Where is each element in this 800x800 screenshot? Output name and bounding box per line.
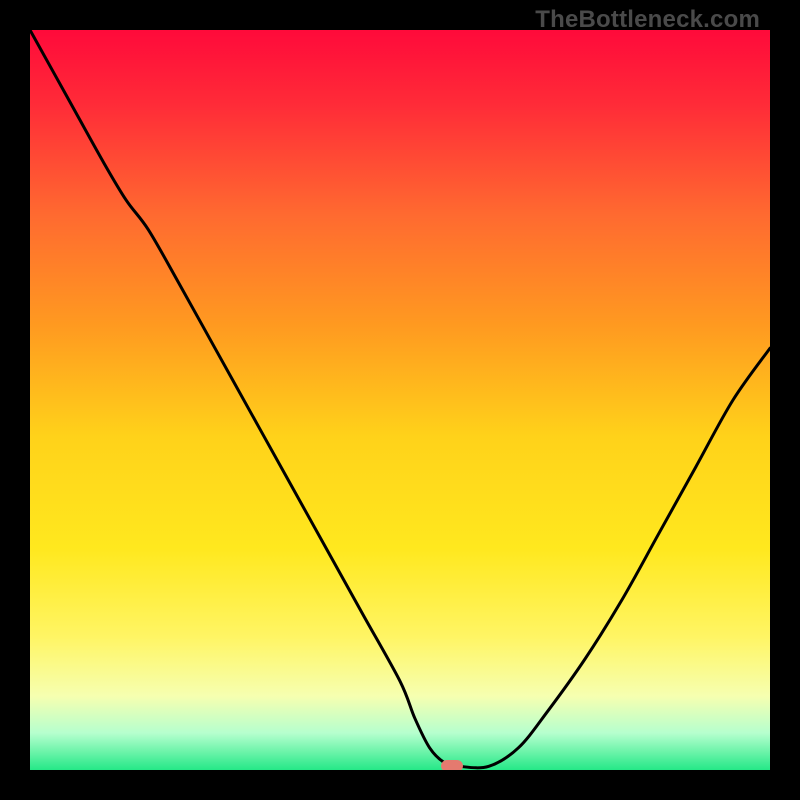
gradient-background	[30, 30, 770, 770]
plot-svg	[30, 30, 770, 770]
plot-area	[30, 30, 770, 770]
optimal-point-marker	[441, 760, 463, 770]
chart-frame: TheBottleneck.com	[0, 0, 800, 800]
